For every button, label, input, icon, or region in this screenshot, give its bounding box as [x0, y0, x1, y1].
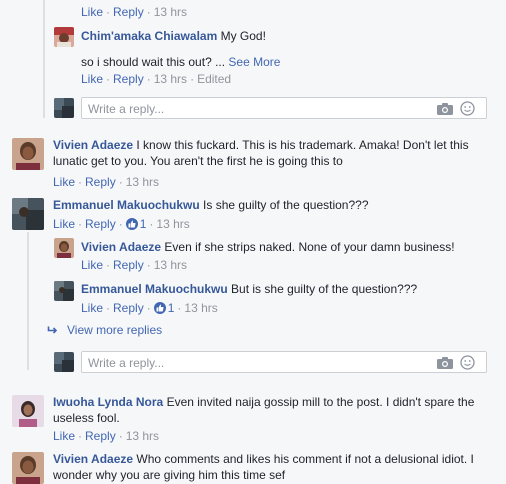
reply-input-box — [81, 97, 487, 119]
like-link[interactable]: Like — [81, 301, 103, 315]
timestamp[interactable]: 13 hrs — [184, 301, 217, 315]
commenter-name[interactable]: Vivien Adaeze — [53, 138, 133, 152]
reply-link[interactable]: Reply — [113, 72, 144, 86]
my-avatar — [54, 352, 74, 372]
like-link[interactable]: Like — [81, 5, 103, 19]
comment-text-second: so i should wait this out? ... See More — [81, 55, 281, 69]
my-avatar — [54, 98, 74, 118]
commenter-name[interactable]: Chim'amaka Chiawalam — [81, 29, 217, 43]
reply-arrow-icon — [47, 323, 61, 339]
avatar[interactable] — [54, 27, 74, 47]
camera-icon[interactable] — [437, 357, 453, 372]
reply-link[interactable]: Reply — [85, 175, 116, 189]
reply-link[interactable]: Reply — [113, 301, 144, 315]
reply-input-box — [81, 351, 487, 373]
thumbs-up-icon — [125, 218, 138, 230]
reply-link[interactable]: Reply — [113, 5, 144, 19]
comment-actions: Like · Reply · 13 hrs — [53, 175, 160, 189]
like-link[interactable]: Like — [53, 429, 75, 443]
edited-label[interactable]: Edited — [197, 72, 231, 86]
avatar[interactable] — [12, 138, 44, 170]
comment-actions: Like · Reply · 13 hrs — [81, 5, 188, 19]
like-link[interactable]: Like — [81, 72, 103, 86]
camera-icon[interactable] — [437, 103, 453, 118]
comment-text: My God! — [220, 29, 266, 43]
timestamp[interactable]: 13 hrs — [154, 258, 187, 272]
comment-text: But is she guilty of the question??? — [231, 282, 418, 296]
see-more-link[interactable]: See More — [228, 55, 280, 69]
reply-body: Vivien Adaeze Even if she strips naked. … — [81, 239, 491, 255]
commenter-name[interactable]: Emmanuel Makuochukwu — [53, 198, 200, 212]
thread-line — [27, 232, 29, 370]
avatar[interactable] — [12, 452, 44, 484]
comment-actions: Like · Reply · 13 hrs — [53, 429, 160, 443]
commenter-name[interactable]: Vivien Adaeze — [53, 452, 133, 466]
avatar[interactable] — [12, 198, 44, 230]
thumbs-up-icon — [153, 302, 166, 314]
timestamp[interactable]: 13 hrs — [156, 217, 189, 231]
reply-body: Emmanuel Makuochukwu But is she guilty o… — [81, 281, 491, 297]
reply-input[interactable] — [88, 101, 418, 116]
comment-body: Vivien Adaeze Who comments and likes his… — [53, 451, 493, 483]
reply-body: Chim'amaka Chiawalam My God! — [81, 28, 491, 44]
reply-input[interactable] — [88, 355, 418, 370]
avatar[interactable] — [54, 281, 74, 301]
like-link[interactable]: Like — [81, 258, 103, 272]
commenter-name[interactable]: Iwuoha Lynda Nora — [53, 395, 163, 409]
comment-body: Iwuoha Lynda Nora Even invited naija gos… — [53, 394, 493, 426]
like-link[interactable]: Like — [53, 217, 75, 231]
timestamp[interactable]: 13 hrs — [126, 429, 159, 443]
comment-actions: Like · Reply · 13 hrs · Edited — [81, 72, 232, 86]
timestamp[interactable]: 13 hrs — [154, 5, 187, 19]
reply-link[interactable]: Reply — [113, 258, 144, 272]
timestamp[interactable]: 13 hrs — [126, 175, 159, 189]
timestamp[interactable]: 13 hrs — [154, 72, 187, 86]
thread-line — [43, 0, 45, 118]
emoji-icon[interactable] — [460, 355, 475, 373]
comment-actions: Like · Reply · 1 · 13 hrs — [81, 301, 218, 315]
like-count[interactable]: 1 — [125, 217, 146, 231]
comment-body: Vivien Adaeze I know this fuckard. This … — [53, 137, 493, 169]
avatar[interactable] — [12, 395, 44, 427]
comment-actions: Like · Reply · 1 · 13 hrs — [53, 217, 190, 231]
avatar[interactable] — [54, 238, 74, 258]
commenter-name[interactable]: Emmanuel Makuochukwu — [81, 282, 228, 296]
like-link[interactable]: Like — [53, 175, 75, 189]
view-more-replies[interactable]: View more replies — [47, 322, 162, 339]
like-count[interactable]: 1 — [153, 301, 174, 315]
comment-text: Is she guilty of the question??? — [203, 198, 369, 212]
reply-link[interactable]: Reply — [85, 429, 116, 443]
comment-body: Emmanuel Makuochukwu Is she guilty of th… — [53, 197, 493, 213]
commenter-name[interactable]: Vivien Adaeze — [81, 240, 161, 254]
comment-text: Even if she strips naked. None of your d… — [164, 240, 455, 254]
reply-link[interactable]: Reply — [85, 217, 116, 231]
emoji-icon[interactable] — [460, 101, 475, 119]
comment-actions: Like · Reply · 13 hrs — [81, 258, 188, 272]
